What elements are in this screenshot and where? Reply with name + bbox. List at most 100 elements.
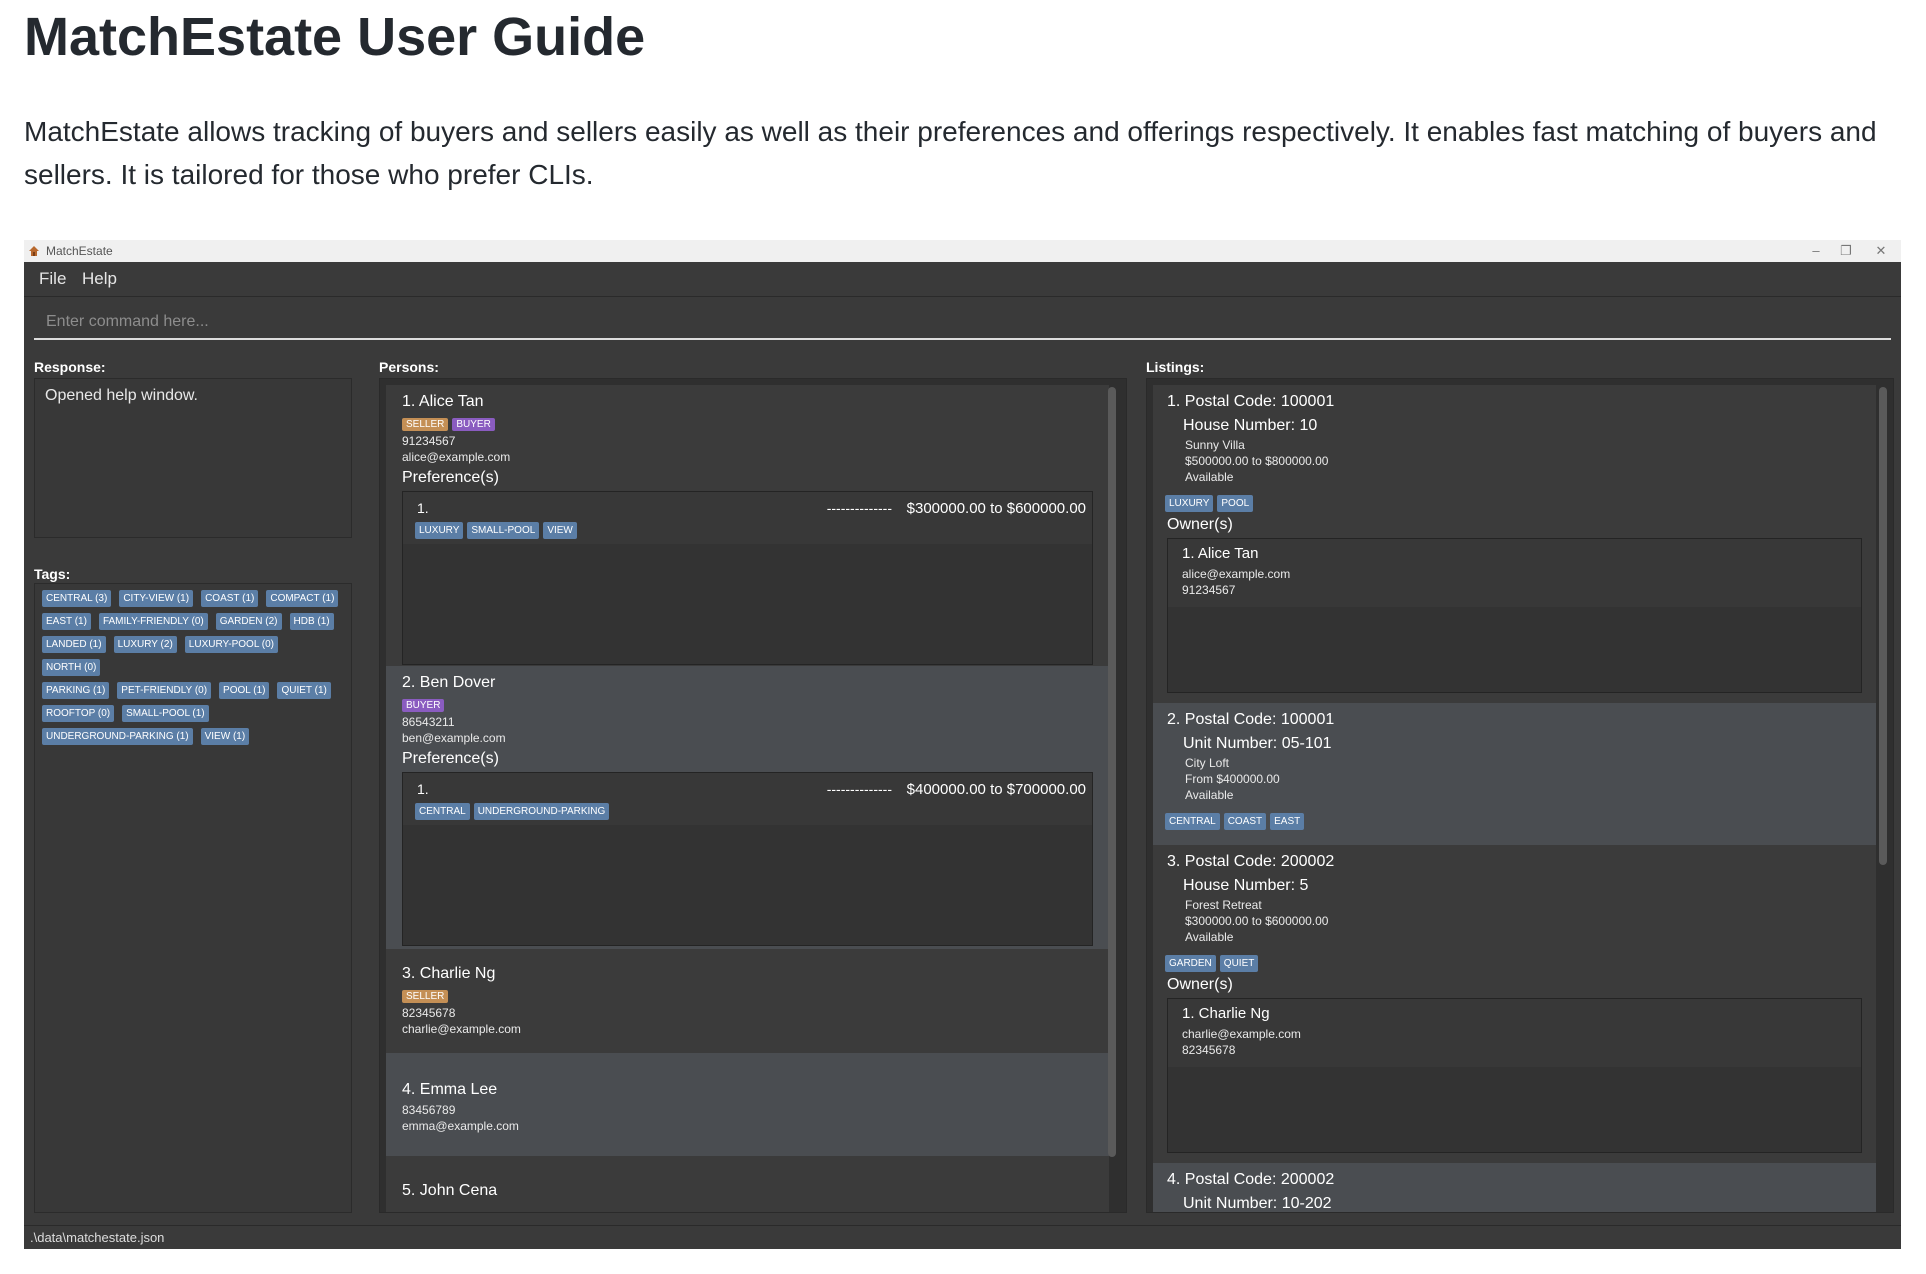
tag-badge: SMALL-POOL [467, 522, 540, 539]
status-bar: .\data\matchestate.json [24, 1225, 1901, 1249]
person-email: alice@example.com [402, 450, 511, 464]
seller-badge: SELLER [402, 990, 449, 1003]
person-card[interactable]: 1. Alice Tan SELLER BUYER 91234567 alice@… [386, 385, 1109, 666]
tag-count-badge: ROOFTOP (0) [42, 705, 115, 722]
response-text: Opened help window. [45, 387, 198, 404]
page-title: MatchEstate User Guide [24, 7, 646, 67]
preferences-list: 1. -------------- $300000.00 to $600000.… [402, 491, 1093, 665]
person-card[interactable]: 5. John Cena [386, 1156, 1109, 1212]
preference-number: 1. [417, 500, 429, 516]
data-file-path: .\data\matchestate.json [30, 1230, 165, 1245]
person-email: emma@example.com [402, 1119, 519, 1133]
listing-name: Forest Retreat [1185, 898, 1262, 912]
person-card[interactable]: 2. Ben Dover BUYER 86543211 ben@example.… [386, 666, 1109, 949]
tag-count-badge: EAST (1) [42, 613, 91, 630]
listing-card[interactable]: 2. Postal Code: 100001 Unit Number: 05-1… [1153, 703, 1876, 845]
listing-tags: LUXURY POOL [1165, 493, 1862, 512]
tag-count-badge: NORTH (0) [42, 659, 101, 676]
preferences-heading: Preference(s) [402, 750, 499, 767]
preference-row[interactable]: 1. -------------- $400000.00 to $700000.… [403, 773, 1092, 825]
listing-unit: Unit Number: 10-202 [1183, 1195, 1332, 1212]
owner-row[interactable]: 1. Alice Tan alice@example.com 91234567 [1168, 539, 1861, 607]
listing-postal-code: 4. Postal Code: 200002 [1167, 1171, 1335, 1188]
tag-count-badge: LUXURY (2) [113, 636, 177, 653]
listing-postal-code: 1. Postal Code: 100001 [1167, 393, 1335, 410]
listing-card[interactable]: 1. Postal Code: 100001 House Number: 10 … [1153, 385, 1876, 703]
owner-email: alice@example.com [1182, 567, 1291, 581]
tag-badge: LUXURY [1165, 495, 1214, 512]
preference-number: 1. [417, 781, 429, 797]
tag-count-badge: UNDERGROUND-PARKING (1) [42, 728, 193, 745]
tag-count-badge: LANDED (1) [42, 636, 106, 653]
owner-name: 1. Alice Tan [1182, 545, 1259, 562]
person-phone: 82345678 [402, 1006, 456, 1020]
buyer-badge: BUYER [452, 418, 495, 431]
tag-count-badge: CITY-VIEW (1) [119, 590, 194, 607]
person-name: 5. John Cena [402, 1182, 498, 1199]
owner-row[interactable]: 1. Charlie Ng charlie@example.com 823456… [1168, 999, 1861, 1067]
tag-badge: VIEW [543, 522, 577, 539]
tag-count-badge: PET-FRIENDLY (0) [117, 682, 212, 699]
house-icon [29, 246, 39, 256]
seller-badge: SELLER [402, 418, 449, 431]
listing-status: Available [1185, 930, 1234, 944]
tag-count-badge: CENTRAL (3) [42, 590, 112, 607]
person-name: 2. Ben Dover [402, 674, 496, 691]
persons-scrollbar[interactable] [1108, 387, 1116, 1157]
persons-label: Persons: [379, 359, 439, 375]
tags-panel: CENTRAL (3) CITY-VIEW (1) COAST (1) COMPACT… [34, 583, 352, 1213]
owners-list: 1. Alice Tan alice@example.com 91234567 [1167, 538, 1862, 693]
tag-count-badge: GARDEN (2) [215, 613, 282, 630]
persons-panel[interactable]: 1. Alice Tan SELLER BUYER 91234567 alice@… [379, 378, 1127, 1213]
restore-button[interactable]: ❐ [1831, 242, 1861, 260]
tag-badge: QUIET [1219, 955, 1259, 972]
menu-file[interactable]: File [39, 269, 66, 289]
tag-count-badge: QUIET (1) [277, 682, 331, 699]
listing-card[interactable]: 4. Postal Code: 200002 Unit Number: 10-2… [1153, 1163, 1876, 1212]
listing-postal-code: 2. Postal Code: 100001 [1167, 711, 1335, 728]
tag-badge: CENTRAL [415, 803, 470, 820]
tag-count-badge: COMPACT (1) [266, 590, 339, 607]
preference-row[interactable]: 1. -------------- $300000.00 to $600000.… [403, 492, 1092, 544]
page-intro: MatchEstate allows tracking of buyers an… [24, 116, 1877, 190]
close-button[interactable]: ✕ [1866, 242, 1896, 260]
owners-heading: Owner(s) [1167, 516, 1233, 533]
owners-heading: Owner(s) [1167, 976, 1233, 993]
tag-count-badge: LUXURY-POOL (0) [184, 636, 279, 653]
listing-name: City Loft [1185, 756, 1230, 770]
response-label: Response: [34, 359, 106, 375]
listing-card[interactable]: 3. Postal Code: 200002 House Number: 5 F… [1153, 845, 1876, 1163]
owner-phone: 91234567 [1182, 583, 1236, 597]
tag-count-badge: VIEW (1) [200, 728, 250, 745]
preference-price-range: $300000.00 to $600000.00 [906, 500, 1086, 517]
person-name: 3. Charlie Ng [402, 965, 496, 982]
window-titlebar: MatchEstate – ❐ ✕ [24, 240, 1901, 262]
person-email: charlie@example.com [402, 1022, 521, 1036]
listing-postal-code: 3. Postal Code: 200002 [1167, 853, 1335, 870]
listing-name: Sunny Villa [1185, 438, 1245, 452]
listing-unit: House Number: 5 [1183, 877, 1309, 894]
command-input[interactable] [34, 306, 1891, 340]
listing-status: Available [1185, 470, 1234, 484]
listing-price: $500000.00 to $800000.00 [1185, 454, 1329, 468]
person-card[interactable]: 3. Charlie Ng SELLER 82345678 charlie@ex… [386, 949, 1109, 1053]
listing-unit: House Number: 10 [1183, 417, 1318, 434]
menu-help[interactable]: Help [82, 269, 117, 289]
tag-count-badge: COAST (1) [201, 590, 259, 607]
person-card[interactable]: 4. Emma Lee 83456789 emma@example.com [386, 1053, 1109, 1156]
minimize-button[interactable]: – [1801, 242, 1831, 260]
listing-price: $300000.00 to $600000.00 [1185, 914, 1329, 928]
listing-status: Available [1185, 788, 1234, 802]
listings-panel[interactable]: 1. Postal Code: 100001 House Number: 10 … [1146, 378, 1894, 1213]
tag-badge: CENTRAL [1165, 813, 1220, 830]
person-phone: 83456789 [402, 1103, 456, 1117]
preferences-heading: Preference(s) [402, 469, 499, 486]
buyer-badge: BUYER [402, 699, 445, 712]
listing-price: From $400000.00 [1185, 772, 1280, 786]
person-name: 4. Emma Lee [402, 1081, 498, 1098]
person-email: ben@example.com [402, 731, 506, 745]
window-title: MatchEstate [46, 244, 113, 258]
listings-scrollbar[interactable] [1879, 387, 1887, 865]
tag-count-badge: SMALL-POOL (1) [122, 705, 209, 722]
tag-badge: UNDERGROUND-PARKING [473, 803, 610, 820]
